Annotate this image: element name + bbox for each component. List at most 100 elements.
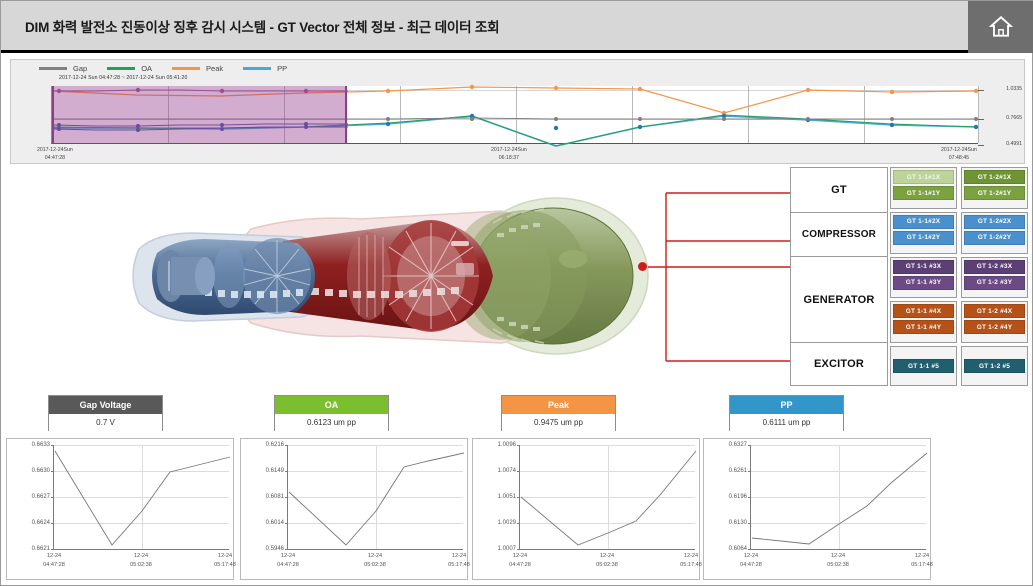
xtick-oa-0: 12-24 04:47:28 xyxy=(277,552,299,569)
component-gt-label: GT xyxy=(831,184,847,196)
mini-chart-oa[interactable]: 0.6216 0.6149 0.6081 0.6014 0.5946 12-24… xyxy=(240,438,470,580)
sensor-gt1-2-2x[interactable]: GT 1-2#2X xyxy=(964,214,1025,229)
ytick-oa-2: 0.6081 xyxy=(265,494,284,500)
xtick-time: 04:47:28 xyxy=(277,561,299,568)
overview-range-selection[interactable] xyxy=(52,86,348,144)
xtick-gap-0: 12-24 04:47:28 xyxy=(43,552,65,569)
ytick-peak-0: 1.0096 xyxy=(497,442,516,448)
sensor-group-gt1-1-3: GT 1-1 #3X GT 1-1 #3Y xyxy=(890,256,957,299)
sensor-gt1-2-5[interactable]: GT 1-2 #5 xyxy=(964,359,1025,374)
xtick-time: 04:47:28 xyxy=(43,561,65,568)
legend-label-pp: PP xyxy=(277,64,288,73)
overview-ytick-mark xyxy=(978,90,984,91)
sensor-group-gt1-1-4: GT 1-1 #4X GT 1-1 #4Y xyxy=(890,301,957,344)
mini-chart-peak[interactable]: 1.0096 1.0074 1.0051 1.0029 1.0007 12-24… xyxy=(472,438,702,580)
overview-xtick: 2017-12-24Sun 06:18:37 xyxy=(491,147,527,163)
xtick-time: 05:02:38 xyxy=(596,561,618,568)
ytick-peak-1: 1.0074 xyxy=(497,468,516,474)
component-list: GT COMPRESSOR GENERATOR EXCITOR xyxy=(790,167,888,386)
xtick-pp-1: 12-24 05:02:38 xyxy=(827,552,849,569)
component-generator-label: GENERATOR xyxy=(803,293,875,306)
mini-chart-pp[interactable]: 0.6327 0.6261 0.6196 0.6130 0.6064 12-24… xyxy=(703,438,933,580)
xtick-time: 04:47:28 xyxy=(740,561,762,568)
component-generator[interactable]: GENERATOR xyxy=(791,257,887,343)
card-peak-value: 0.9475 um pp xyxy=(502,414,615,431)
sensor-gt1-1-4y[interactable]: GT 1-1 #4Y xyxy=(893,320,954,335)
ytick-pp-3: 0.6130 xyxy=(728,520,747,526)
overview-ytick: 0.7665 xyxy=(1006,115,1022,121)
sensor-group-gt1-2-1: GT 1-2#1X GT 1-2#1Y xyxy=(961,167,1028,209)
sensor-gt1-2-1x[interactable]: GT 1-2#1X xyxy=(964,170,1025,184)
overview-plot-area[interactable] xyxy=(51,84,979,147)
ytick-gap-2: 0.6627 xyxy=(31,494,50,500)
mini-plot-gap: 0.6633 0.6630 0.6627 0.6624 0.6621 xyxy=(32,442,231,552)
overview-xtick-date: 2017-12-24Sun xyxy=(37,147,73,153)
xtick-date: 12-24 xyxy=(280,553,296,559)
xtick-date: 12-24 xyxy=(683,553,699,559)
component-excitor[interactable]: EXCITOR xyxy=(791,343,887,385)
legend-item-oa: OA xyxy=(107,64,152,73)
xtick-date: 12-24 xyxy=(367,553,383,559)
card-oa-value: 0.6123 um pp xyxy=(275,414,388,431)
card-peak-title: Peak xyxy=(502,396,615,414)
app-header: DIM 화력 발전소 진동이상 징후 감시 시스템 - GT Vector 전체… xyxy=(1,1,1033,53)
ytick-gap-3: 0.6624 xyxy=(31,520,50,526)
xtick-pp-2: 12-24 05:17:48 xyxy=(911,552,933,569)
legend-swatch-pp xyxy=(243,67,272,70)
card-pp: PP 0.6111 um pp xyxy=(729,395,844,431)
xtick-gap-1: 12-24 05:02:38 xyxy=(130,552,152,569)
overview-ytick-mark xyxy=(978,119,984,120)
home-icon xyxy=(988,16,1014,37)
sensor-group-gt1-2-3: GT 1-2 #3X GT 1-2 #3Y xyxy=(961,256,1028,299)
component-gt[interactable]: GT xyxy=(791,168,887,213)
sensor-gt1-2-3x[interactable]: GT 1-2 #3X xyxy=(964,259,1025,274)
mini-plot-oa: 0.6216 0.6149 0.6081 0.6014 0.5946 xyxy=(266,442,465,552)
sensor-gt1-2-3y[interactable]: GT 1-2 #3Y xyxy=(964,275,1025,290)
series-line-pp xyxy=(751,452,928,545)
ytick-gap-0: 0.6633 xyxy=(31,442,50,448)
legend-item-peak: Peak xyxy=(172,64,223,73)
sensor-gt1-2-2y[interactable]: GT 1-2#2Y xyxy=(964,230,1025,245)
xtick-date: 12-24 xyxy=(830,553,846,559)
component-compressor[interactable]: COMPRESSOR xyxy=(791,213,887,257)
sensor-gt1-1-5[interactable]: GT 1-1 #5 xyxy=(893,359,954,374)
sensor-gt1-1-4x[interactable]: GT 1-1 #4X xyxy=(893,304,954,319)
xtick-date: 12-24 xyxy=(743,553,759,559)
mini-chart-gap-voltage[interactable]: 0.6633 0.6630 0.6627 0.6624 0.6621 12-24… xyxy=(6,438,236,580)
xtick-time: 05:02:38 xyxy=(364,561,386,568)
turbine-section-generator xyxy=(152,238,315,315)
overview-ytick-mark xyxy=(978,145,984,146)
sensor-gt1-1-1x[interactable]: GT 1-1#1X xyxy=(893,170,954,184)
overview-xtick: 2017-12-24Sun 07:48:45 xyxy=(941,147,977,163)
sensor-gt1-2-4y[interactable]: GT 1-2 #4Y xyxy=(964,320,1025,335)
sensor-gt1-1-2y[interactable]: GT 1-1#2Y xyxy=(893,230,954,245)
ytick-pp-1: 0.6261 xyxy=(728,468,747,474)
overview-xtick-date: 2017-12-24Sun xyxy=(941,147,977,153)
overview-selection-series xyxy=(53,87,348,132)
xtick-oa-1: 12-24 05:02:38 xyxy=(364,552,386,569)
legend-label-gap: Gap xyxy=(73,64,88,73)
overview-ytick: 0.4991 xyxy=(1006,141,1022,147)
overview-legend: Gap OA Peak PP xyxy=(39,64,287,73)
sensor-row-1: GT 1-1#1X GT 1-1#1Y GT 1-2#1X GT 1-2#1Y xyxy=(890,167,1028,209)
xtick-date: 12-24 xyxy=(914,553,930,559)
overview-chart[interactable]: Gap OA Peak PP 2017-12-24 Sun 04:47:28 ~… xyxy=(10,59,1025,164)
ytick-oa-3: 0.6014 xyxy=(265,520,284,526)
card-gap-voltage: Gap Voltage 0.7 V xyxy=(48,395,163,431)
sensor-gt1-2-1y[interactable]: GT 1-2#1Y xyxy=(964,186,1025,200)
legend-label-peak: Peak xyxy=(206,64,224,73)
sensor-gt1-1-3y[interactable]: GT 1-1 #3Y xyxy=(893,275,954,290)
xtick-date: 12-24 xyxy=(451,553,467,559)
ytick-oa-0: 0.6216 xyxy=(265,442,284,448)
xtick-date: 12-24 xyxy=(512,553,528,559)
sensor-gt1-1-3x[interactable]: GT 1-1 #3X xyxy=(893,259,954,274)
sensor-gt1-2-4x[interactable]: GT 1-2 #4X xyxy=(964,304,1025,319)
xtick-time: 05:02:38 xyxy=(827,561,849,568)
home-button[interactable] xyxy=(968,1,1033,53)
sensor-gt1-1-1y[interactable]: GT 1-1#1Y xyxy=(893,186,954,200)
card-gap-voltage-title: Gap Voltage xyxy=(49,396,162,414)
sensor-row-5: GT 1-1 #5 GT 1-2 #5 xyxy=(890,346,1028,386)
xtick-date: 12-24 xyxy=(217,553,233,559)
sensor-gt1-1-2x[interactable]: GT 1-1#2X xyxy=(893,214,954,229)
overview-xtick-date: 2017-12-24Sun xyxy=(491,147,527,153)
